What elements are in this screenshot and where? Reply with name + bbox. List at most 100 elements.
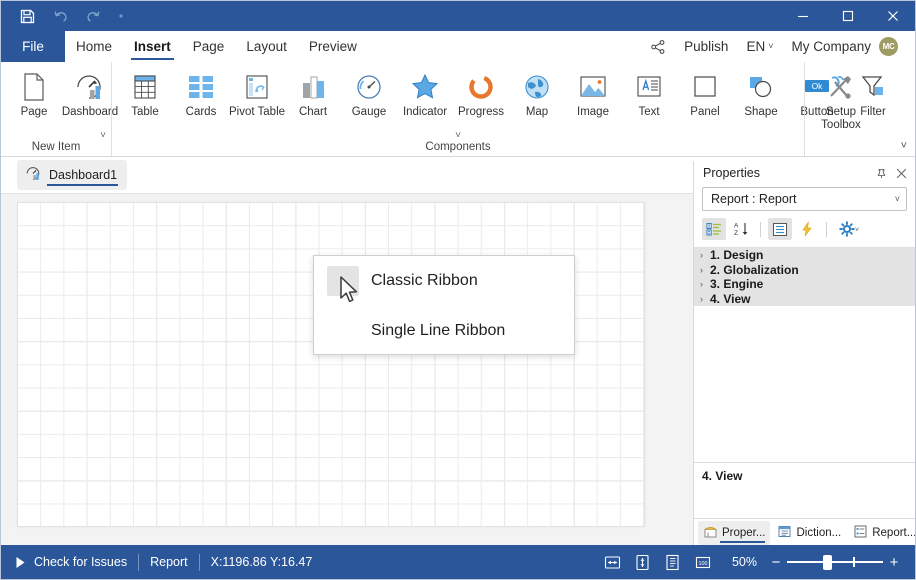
zoom-level-label[interactable]: 50% xyxy=(732,555,757,569)
pin-icon[interactable] xyxy=(875,167,888,180)
single-page-icon[interactable] xyxy=(658,551,688,573)
company-label: My Company xyxy=(791,39,871,54)
language-selector[interactable]: EN ˅ xyxy=(737,34,782,60)
tab-file[interactable]: File xyxy=(1,31,65,62)
sort-az-icon[interactable]: A Z xyxy=(729,218,753,240)
ribbon-button-cards[interactable]: Cards xyxy=(173,67,229,129)
menu-item-label: Classic Ribbon xyxy=(371,272,478,289)
zoom-track-midpoint xyxy=(853,557,855,567)
ribbon-button-indicator[interactable]: Indicator xyxy=(397,67,453,129)
table-icon xyxy=(128,70,162,104)
panel-title: Properties xyxy=(703,166,760,180)
text-icon xyxy=(632,70,666,104)
save-icon[interactable] xyxy=(17,6,37,26)
ribbon-button-setup-toolbox[interactable]: Setup Toolbox xyxy=(810,67,872,131)
property-category-globalization[interactable]: › 2. Globalization xyxy=(694,263,915,278)
category-label: 1. Design xyxy=(710,248,764,263)
publish-button[interactable]: Publish xyxy=(675,34,737,60)
zoom-100-icon[interactable]: 100 xyxy=(688,551,718,573)
ribbon-button-dashboard[interactable]: Dashboard xyxy=(62,67,118,129)
ribbon-button-gauge[interactable]: Gauge xyxy=(341,67,397,129)
ribbon-button-map[interactable]: Map xyxy=(509,67,565,129)
fit-width-icon[interactable] xyxy=(598,551,628,573)
map-globe-icon xyxy=(520,70,554,104)
zoom-track[interactable] xyxy=(787,555,883,570)
panel-tab-report-tree[interactable]: Report... xyxy=(848,521,915,545)
zoom-thumb[interactable] xyxy=(823,555,833,570)
property-category-view[interactable]: › 4. View xyxy=(694,292,915,307)
filter-gallery-expander[interactable]: ˅ xyxy=(1,131,449,141)
ribbon-button-shape[interactable]: Shape xyxy=(733,67,789,129)
window-controls xyxy=(780,1,915,31)
properties-list-icon[interactable] xyxy=(768,218,792,240)
account-button[interactable]: My Company MC xyxy=(782,34,907,60)
property-category-design[interactable]: › 1. Design xyxy=(694,248,915,263)
chevron-down-icon[interactable]: ˅ xyxy=(455,131,461,141)
check-icon xyxy=(327,266,359,296)
panel-tab-properties[interactable]: Proper... xyxy=(698,520,771,545)
share-icon[interactable] xyxy=(641,34,675,60)
panel-tab-label: Proper... xyxy=(722,526,766,539)
document-tab-dashboard1[interactable]: Dashboard1 xyxy=(17,160,128,190)
ribbon-button-page[interactable]: Page xyxy=(6,67,62,129)
menu-item-single-line-ribbon[interactable]: Single Line Ribbon xyxy=(314,306,574,356)
lightning-icon[interactable] xyxy=(795,218,819,240)
tab-home[interactable]: Home xyxy=(65,31,123,62)
qat-dropdown-icon[interactable] xyxy=(114,6,128,26)
ribbon-label: Page xyxy=(20,106,48,118)
svg-text:A: A xyxy=(734,223,739,230)
undo-icon[interactable] xyxy=(50,6,70,26)
chevron-right-icon: › xyxy=(700,294,703,305)
cursor-coordinates: X:1196.86 Y:16.47 xyxy=(210,555,313,569)
close-icon[interactable] xyxy=(895,167,908,180)
report-status-button[interactable]: Report xyxy=(139,552,199,572)
zoom-out-button[interactable]: − xyxy=(769,555,783,570)
panel-tab-dictionary[interactable]: Diction... xyxy=(772,521,846,545)
ribbon-button-progress[interactable]: Progress xyxy=(453,67,509,129)
category-label: 2. Globalization xyxy=(710,262,799,277)
panel-tab-label: Diction... xyxy=(796,526,842,539)
ribbon-button-table[interactable]: Table xyxy=(117,67,173,129)
ribbon-label: Pivot Table xyxy=(228,106,286,118)
indicator-star-icon xyxy=(408,70,442,104)
minimize-button[interactable] xyxy=(780,1,825,31)
tab-preview[interactable]: Preview xyxy=(298,31,368,62)
chevron-down-icon[interactable]: ˅ xyxy=(901,140,907,152)
ribbon-button-chart[interactable]: Chart xyxy=(285,67,341,129)
design-canvas[interactable] xyxy=(17,202,645,527)
tab-insert[interactable]: Insert xyxy=(123,31,182,62)
tab-page[interactable]: Page xyxy=(182,31,236,62)
property-category-engine[interactable]: › 3. Engine xyxy=(694,277,915,292)
menu-item-classic-ribbon[interactable]: Classic Ribbon xyxy=(314,256,574,306)
dashboard-icon xyxy=(73,70,107,104)
ribbon-label: Table xyxy=(131,106,159,118)
svg-text:˅: ˅ xyxy=(855,227,859,234)
ribbon-label: Setup Toolbox xyxy=(821,106,861,131)
ribbon-group-title: Components xyxy=(425,141,491,153)
ribbon-button-panel[interactable]: Panel xyxy=(677,67,733,129)
property-description: 4. View xyxy=(694,462,915,518)
ribbon-label: Gauge xyxy=(351,106,387,118)
dictionary-tab-icon xyxy=(777,524,792,542)
gear-icon[interactable]: ˅ xyxy=(834,218,865,240)
ribbon-button-text[interactable]: Text xyxy=(621,67,677,129)
svg-text:Z: Z xyxy=(734,230,738,237)
ribbon-label: Image xyxy=(577,106,609,118)
ribbon-button-image[interactable]: Image xyxy=(565,67,621,129)
tab-layout[interactable]: Layout xyxy=(235,31,298,62)
menu-item-label: Single Line Ribbon xyxy=(371,322,506,339)
categorized-icon[interactable] xyxy=(702,218,726,240)
ribbon-button-pivot-table[interactable]: Pivot Table xyxy=(229,67,285,129)
check-for-issues-button[interactable]: Check for Issues xyxy=(34,552,138,572)
menu-item-icon-slot xyxy=(327,316,359,346)
zoom-slider[interactable]: − + xyxy=(769,555,901,570)
close-button[interactable] xyxy=(870,1,915,31)
zoom-in-button[interactable]: + xyxy=(887,555,901,570)
ribbon-label: Map xyxy=(525,106,549,118)
play-icon[interactable] xyxy=(1,556,34,569)
redo-icon[interactable] xyxy=(83,6,103,26)
maximize-button[interactable] xyxy=(825,1,870,31)
fit-height-icon[interactable] xyxy=(628,551,658,573)
object-selector[interactable]: Report : Report ˅ xyxy=(702,187,907,211)
category-label: 4. View xyxy=(710,292,751,307)
